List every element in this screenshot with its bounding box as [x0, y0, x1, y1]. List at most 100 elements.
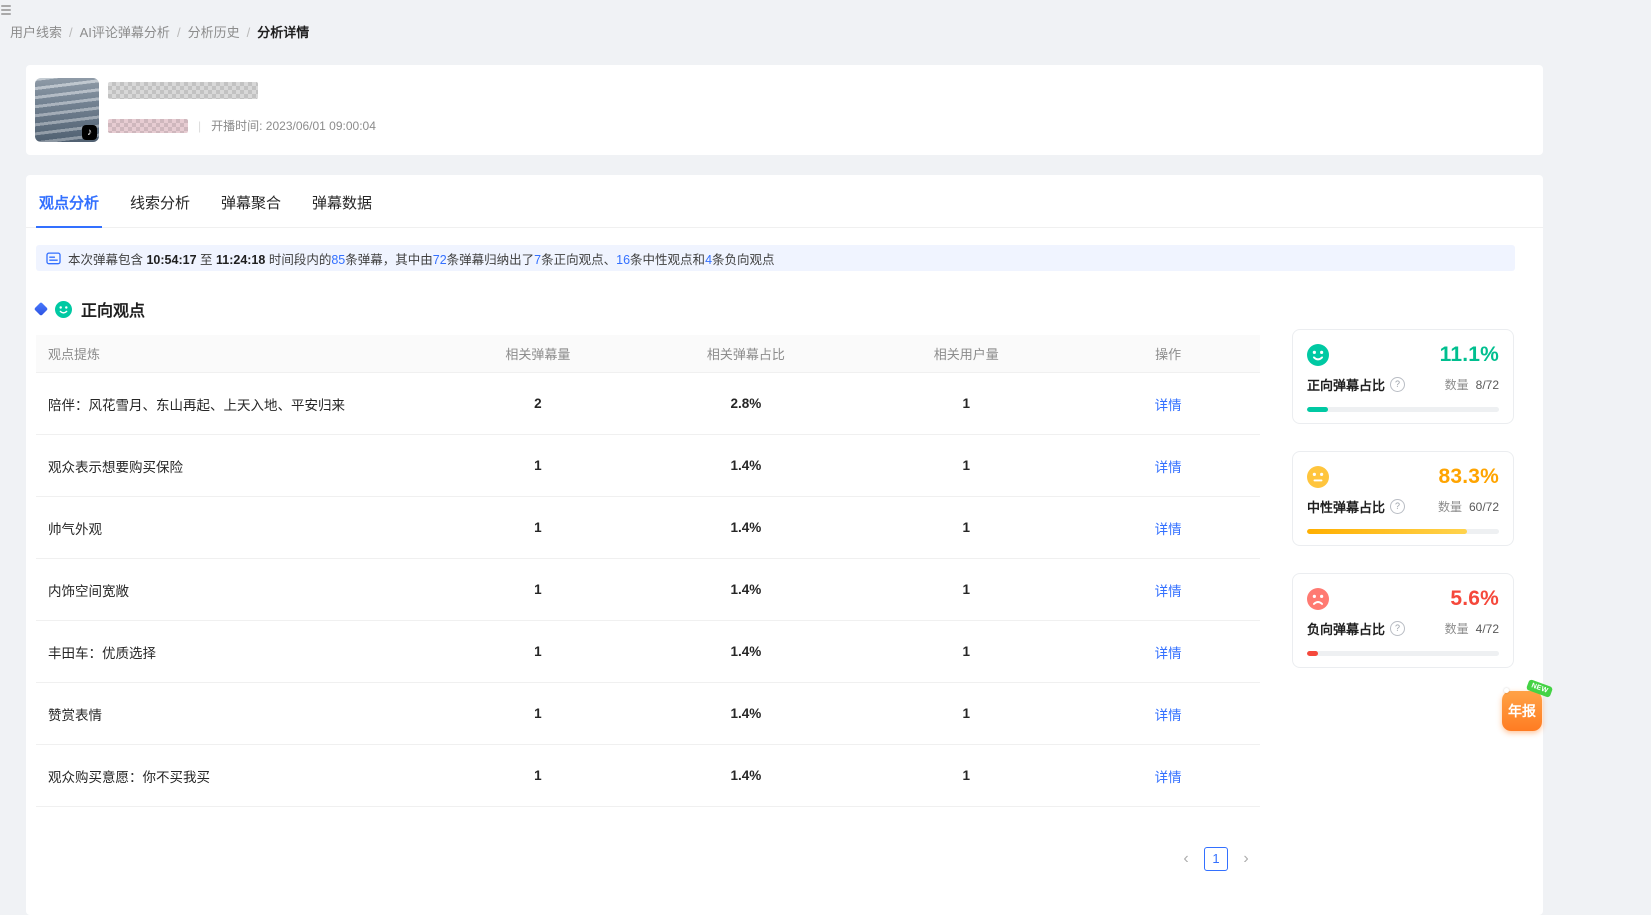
table-row: 帅气外观11.4%1详情	[36, 497, 1260, 559]
related-danmaku-ratio-cell: 1.4%	[636, 435, 856, 497]
detail-link[interactable]: 详情	[1155, 460, 1182, 475]
related-danmaku-count-cell: 1	[440, 683, 636, 745]
stat-card-mid: 正向弹幕占比? 数量8/72	[1307, 375, 1499, 394]
detail-link[interactable]: 详情	[1155, 522, 1182, 537]
notice-segment: 条正向观点、	[541, 253, 616, 267]
related-user-count-cell: 1	[856, 683, 1076, 745]
stat-card-negative: 5.6% 负向弹幕占比? 数量4/72	[1292, 573, 1514, 668]
stat-label: 正向弹幕占比?	[1307, 375, 1405, 394]
tab-3[interactable]: 弹幕聚合	[218, 175, 284, 227]
prev-page-icon[interactable]: ‹	[1176, 848, 1196, 870]
detail-link[interactable]: 详情	[1155, 646, 1182, 661]
action-cell: 详情	[1076, 745, 1260, 807]
breadcrumb-item-2[interactable]: AI评论弹幕分析	[80, 25, 170, 40]
help-icon[interactable]: ?	[1390, 499, 1405, 514]
content-row: 正向观点 观点提炼相关弹幕量相关弹幕占比相关用户量操作 陪伴：风花雪月、东山再起…	[26, 271, 1543, 891]
notice-segment: 至	[197, 253, 216, 267]
column-header-1: 观点提炼	[36, 335, 440, 373]
masked-author-name	[108, 119, 188, 133]
stat-count: 数量4/72	[1445, 620, 1499, 637]
stat-card-top: 11.1%	[1307, 343, 1499, 367]
table-row: 内饰空间宽敞11.4%1详情	[36, 559, 1260, 621]
related-danmaku-ratio-cell: 2.8%	[636, 373, 856, 435]
count-label: 数量	[1445, 622, 1469, 636]
tab-1[interactable]: 观点分析	[36, 175, 102, 227]
live-header-card: ♪ | 开播时间: 2023/06/01 09:00:04	[26, 65, 1543, 155]
detail-link[interactable]: 详情	[1155, 708, 1182, 723]
diamond-icon	[34, 302, 48, 316]
table-header-row: 观点提炼相关弹幕量相关弹幕占比相关用户量操作	[36, 335, 1260, 373]
tab-2[interactable]: 线索分析	[127, 175, 193, 227]
neutral-face-icon	[1307, 466, 1329, 488]
opinion-cell: 赞赏表情	[36, 683, 440, 745]
detail-link[interactable]: 详情	[1155, 770, 1182, 785]
page-number[interactable]: 1	[1204, 847, 1228, 871]
table-row: 赞赏表情11.4%1详情	[36, 683, 1260, 745]
summary-notice-bar: 本次弹幕包含 10:54:17 至 11:24:18 时间段内的85条弹幕，其中…	[36, 245, 1515, 271]
tiktok-icon: ♪	[82, 125, 97, 140]
stat-percent-value: 11.1%	[1440, 343, 1499, 367]
notice-segment: 条负向观点	[712, 253, 775, 267]
broadcast-time: 开播时间: 2023/06/01 09:00:04	[211, 117, 376, 134]
live-info: | 开播时间: 2023/06/01 09:00:04	[108, 78, 376, 134]
stat-label-text: 正向弹幕占比	[1307, 375, 1385, 394]
column-header-3: 相关弹幕占比	[636, 335, 856, 373]
notice-segment: 4	[705, 253, 712, 267]
notice-segment: 10:54:17	[146, 253, 196, 267]
related-user-count-cell: 1	[856, 373, 1076, 435]
help-icon[interactable]: ?	[1390, 621, 1405, 636]
masked-live-title	[108, 82, 258, 99]
stat-count: 数量60/72	[1438, 498, 1499, 515]
detail-link[interactable]: 详情	[1155, 584, 1182, 599]
action-cell: 详情	[1076, 559, 1260, 621]
stat-card-neutral: 83.3%中性弹幕占比?数量60/72	[1292, 451, 1514, 546]
notice-segment: 本次弹幕包含	[68, 253, 146, 267]
next-page-icon[interactable]: ›	[1236, 848, 1256, 870]
stat-percent-value: 5.6%	[1450, 587, 1499, 611]
action-cell: 详情	[1076, 435, 1260, 497]
related-danmaku-count-cell: 2	[440, 373, 636, 435]
breadcrumb-item-3[interactable]: 分析历史	[188, 25, 240, 40]
related-danmaku-ratio-cell: 1.4%	[636, 559, 856, 621]
stat-count: 数量8/72	[1445, 376, 1499, 393]
help-icon[interactable]: ?	[1390, 377, 1405, 392]
related-user-count-cell: 1	[856, 621, 1076, 683]
breadcrumb-separator: /	[177, 25, 181, 40]
notice-segment: 条弹幕归纳出了	[447, 253, 535, 267]
column-header-5: 操作	[1076, 335, 1260, 373]
detail-link[interactable]: 详情	[1155, 398, 1182, 413]
table-body: 陪伴：风花雪月、东山再起、上天入地、平安归来22.8%1详情观众表示想要购买保险…	[36, 373, 1260, 807]
related-danmaku-count-cell: 1	[440, 559, 636, 621]
notice-segment: 72	[433, 253, 447, 267]
breadcrumb-item-4: 分析详情	[257, 25, 309, 40]
annual-report-label: 年报	[1502, 691, 1542, 731]
stat-card-positive: 11.1% 正向弹幕占比? 数量8/72	[1292, 329, 1514, 424]
notice-segment: 条弹幕，其中由	[345, 253, 433, 267]
related-user-count-cell: 1	[856, 435, 1076, 497]
stat-progress-fill	[1307, 651, 1318, 656]
stats-column: 11.1%正向弹幕占比?数量8/7283.3%中性弹幕占比?数量60/725.6…	[1292, 271, 1514, 891]
related-danmaku-ratio-cell: 1.4%	[636, 621, 856, 683]
notice-segment: 11:24:18	[216, 253, 265, 267]
stat-progress-fill	[1307, 529, 1467, 534]
collapsed-sidebar-icon[interactable]	[1, 5, 11, 15]
tab-4[interactable]: 弹幕数据	[309, 175, 375, 227]
breadcrumb-separator: /	[247, 25, 251, 40]
notice-segment: 时间段内的	[265, 253, 331, 267]
related-danmaku-ratio-cell: 1.4%	[636, 745, 856, 807]
opinion-cell: 帅气外观	[36, 497, 440, 559]
positive-face-icon	[1307, 344, 1329, 366]
pagination: ‹ 1 ›	[36, 847, 1256, 871]
stat-card-top: 5.6%	[1307, 587, 1499, 611]
live-cover-thumbnail: ♪	[35, 78, 99, 142]
related-danmaku-count-cell: 1	[440, 621, 636, 683]
stat-label-text: 负向弹幕占比	[1307, 619, 1385, 638]
opinion-cell: 丰田车：优质选择	[36, 621, 440, 683]
breadcrumb-item-1[interactable]: 用户线索	[10, 25, 62, 40]
opinion-cell: 观众表示想要购买保险	[36, 435, 440, 497]
live-meta: | 开播时间: 2023/06/01 09:00:04	[108, 117, 376, 134]
annual-report-float-button[interactable]: 年报 NEW	[1502, 684, 1548, 734]
action-cell: 详情	[1076, 621, 1260, 683]
count-label: 数量	[1438, 500, 1462, 514]
section-header: 正向观点	[36, 297, 1260, 321]
